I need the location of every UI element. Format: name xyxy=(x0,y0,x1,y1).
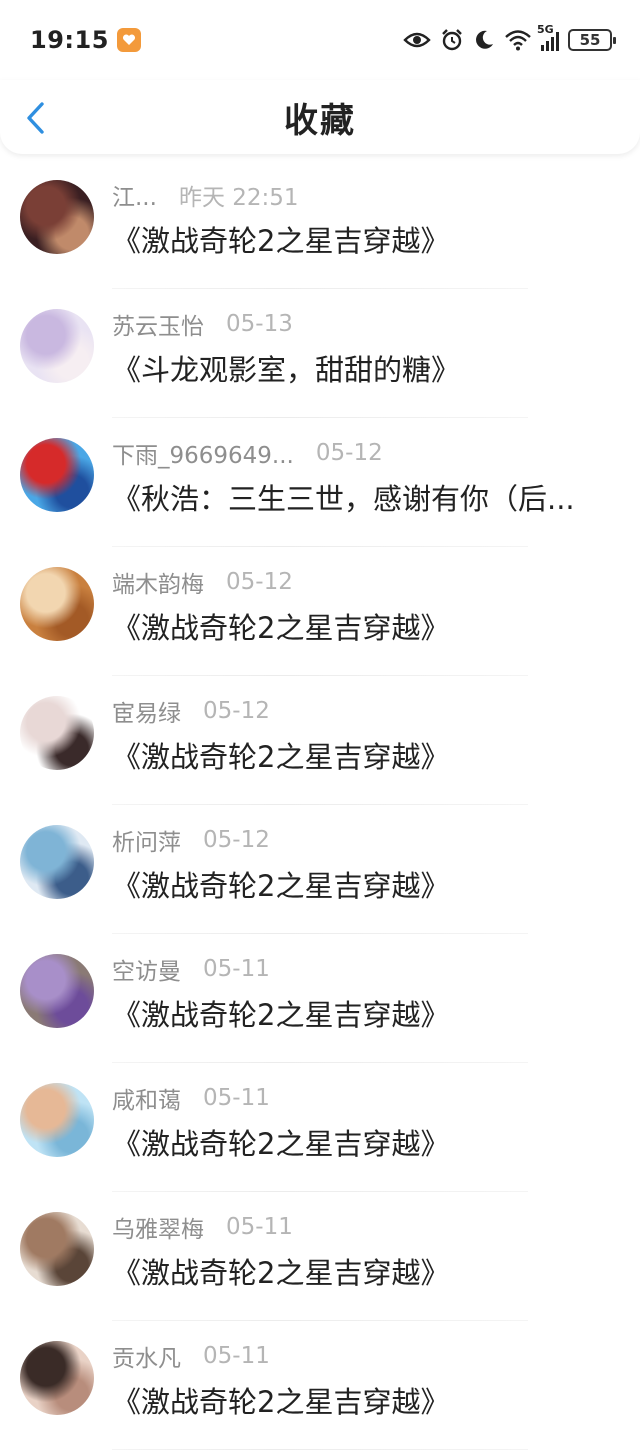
list-item[interactable]: 端木韵梅 05-12 《激战奇轮2之星吉穿越》 xyxy=(0,547,640,676)
user-name[interactable]: 咸和蔼 xyxy=(112,1081,181,1115)
post-date: 05-11 xyxy=(203,1343,270,1369)
list-item[interactable]: 咸和蔼 05-11 《激战奇轮2之星吉穿越》 xyxy=(0,1063,640,1192)
list-item[interactable]: 空访曼 05-11 《激战奇轮2之星吉穿越》 xyxy=(0,934,640,1063)
post-title[interactable]: 《激战奇轮2之星吉穿越》 xyxy=(112,734,622,776)
post-date: 05-11 xyxy=(226,1214,293,1240)
item-meta: 析问萍 05-12 xyxy=(112,823,270,857)
alarm-icon xyxy=(442,29,462,51)
post-title[interactable]: 《秋浩：三生三世，感谢有你（后... xyxy=(112,476,622,518)
post-title[interactable]: 《激战奇轮2之星吉穿越》 xyxy=(112,992,622,1034)
avatar[interactable] xyxy=(20,825,94,899)
app-notification-icon xyxy=(116,28,141,52)
post-title[interactable]: 《激战奇轮2之星吉穿越》 xyxy=(112,863,622,905)
user-name[interactable]: 析问萍 xyxy=(112,823,181,857)
post-title[interactable]: 《激战奇轮2之星吉穿越》 xyxy=(112,218,622,260)
post-date: 05-12 xyxy=(203,827,270,853)
item-meta: 贡水凡 05-11 xyxy=(112,1339,270,1373)
item-meta: 苏云玉怡 05-13 xyxy=(112,307,293,341)
moon-icon xyxy=(476,30,493,49)
battery-indicator: 55 xyxy=(568,29,616,51)
status-time: 19:15 xyxy=(30,26,109,54)
avatar[interactable] xyxy=(20,1341,94,1415)
eye-icon xyxy=(403,32,431,48)
item-meta: 端木韵梅 05-12 xyxy=(112,565,293,599)
list-item[interactable]: 宦易绿 05-12 《激战奇轮2之星吉穿越》 xyxy=(0,676,640,805)
avatar[interactable] xyxy=(20,1083,94,1157)
user-name[interactable]: 苏云玉怡 xyxy=(112,307,204,341)
post-title[interactable]: 《激战奇轮2之星吉穿越》 xyxy=(112,605,622,647)
item-meta: 下雨_9669649... 05-12 xyxy=(112,436,383,470)
user-name[interactable]: 贡水凡 xyxy=(112,1339,181,1373)
favorites-list: 江... 昨天 22:51 《激战奇轮2之星吉穿越》 苏云玉怡 05-13 《斗龙观影室，… xyxy=(0,160,640,1450)
item-meta: 乌雅翠梅 05-11 xyxy=(112,1210,293,1244)
list-item[interactable]: 贡水凡 05-11 《激战奇轮2之星吉穿越》 xyxy=(0,1321,640,1450)
avatar[interactable] xyxy=(20,954,94,1028)
post-date: 05-11 xyxy=(203,1085,270,1111)
back-button[interactable] xyxy=(20,100,50,136)
status-bar: 19:15 5G 55 xyxy=(0,0,640,80)
user-name[interactable]: 端木韵梅 xyxy=(112,565,204,599)
item-meta: 宦易绿 05-12 xyxy=(112,694,270,728)
user-name[interactable]: 宦易绿 xyxy=(112,694,181,728)
signal-indicator: 5G xyxy=(537,23,559,51)
status-left: 19:15 xyxy=(30,26,141,54)
avatar[interactable] xyxy=(20,1212,94,1286)
post-title[interactable]: 《激战奇轮2之星吉穿越》 xyxy=(112,1379,622,1421)
title-bar: 收藏 xyxy=(0,80,640,154)
status-right: 5G 55 xyxy=(403,23,616,52)
avatar[interactable] xyxy=(20,567,94,641)
avatar[interactable] xyxy=(20,696,94,770)
user-name[interactable]: 空访曼 xyxy=(112,952,181,986)
post-date: 昨天 22:51 xyxy=(178,185,299,211)
list-item[interactable]: 苏云玉怡 05-13 《斗龙观影室，甜甜的糖》 xyxy=(0,289,640,418)
item-meta: 咸和蔼 05-11 xyxy=(112,1081,270,1115)
post-date: 05-13 xyxy=(226,311,293,337)
battery-level: 55 xyxy=(579,31,601,49)
list-item[interactable]: 下雨_9669649... 05-12 《秋浩：三生三世，感谢有你（后... xyxy=(0,418,640,547)
user-name[interactable]: 下雨_9669649... xyxy=(112,436,294,470)
list-item[interactable]: 乌雅翠梅 05-11 《激战奇轮2之星吉穿越》 xyxy=(0,1192,640,1321)
post-date: 05-12 xyxy=(315,440,383,466)
post-date: 05-11 xyxy=(203,956,270,982)
chevron-left-icon xyxy=(27,102,44,134)
list-item[interactable]: 江... 昨天 22:51 《激战奇轮2之星吉穿越》 xyxy=(0,160,640,289)
user-name[interactable]: 江... xyxy=(112,178,157,212)
avatar[interactable] xyxy=(20,180,94,254)
item-meta: 空访曼 05-11 xyxy=(112,952,270,986)
network-type: 5G xyxy=(537,23,554,36)
page-title: 收藏 xyxy=(284,100,356,141)
user-name[interactable]: 乌雅翠梅 xyxy=(112,1210,204,1244)
item-meta: 江... 昨天 22:51 xyxy=(112,178,299,212)
avatar[interactable] xyxy=(20,438,94,512)
post-title[interactable]: 《激战奇轮2之星吉穿越》 xyxy=(112,1121,622,1163)
post-title[interactable]: 《激战奇轮2之星吉穿越》 xyxy=(112,1250,622,1292)
list-item[interactable]: 析问萍 05-12 《激战奇轮2之星吉穿越》 xyxy=(0,805,640,934)
post-title[interactable]: 《斗龙观影室，甜甜的糖》 xyxy=(112,347,622,389)
post-date: 05-12 xyxy=(203,698,270,724)
avatar[interactable] xyxy=(20,309,94,383)
wifi-icon xyxy=(505,30,531,51)
post-date: 05-12 xyxy=(226,569,293,595)
